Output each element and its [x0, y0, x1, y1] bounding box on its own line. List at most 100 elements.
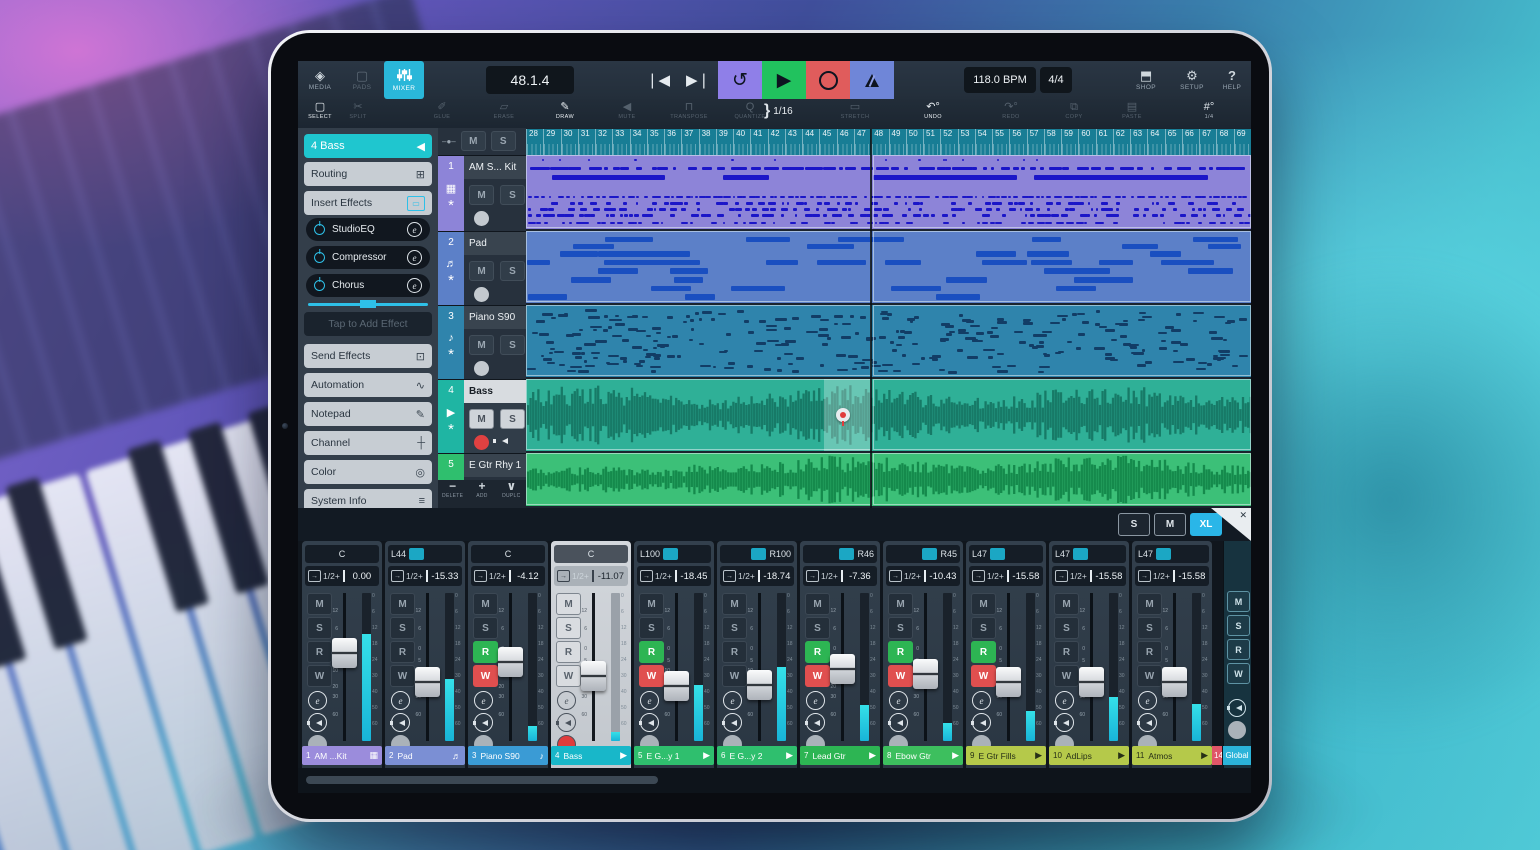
output-row[interactable]: →1/2+-15.58 — [969, 566, 1043, 586]
insert-slot-chorus[interactable]: Choruse — [306, 274, 430, 297]
pads-button[interactable]: ▢ PADS — [342, 61, 382, 99]
power-icon[interactable] — [314, 252, 325, 263]
channel-label[interactable]: 10AdLips▶ — [1049, 746, 1129, 765]
track-mute-button[interactable]: M — [469, 261, 494, 281]
clip-region-left[interactable] — [526, 453, 871, 505]
tool-draw[interactable]: ✎DRAW — [541, 101, 589, 126]
channel-label[interactable]: 4Bass▶ — [551, 746, 631, 765]
channel-strip-4[interactable]: C→1/2+-11.07MSRWe12605102030600612182430… — [551, 541, 631, 768]
horizontal-scrollbar[interactable] — [306, 776, 658, 784]
effects-scroll-indicator[interactable] — [308, 303, 428, 306]
clip-region-right[interactable] — [873, 305, 1251, 376]
record-position-marker[interactable] — [836, 408, 850, 422]
track-record-arm-button[interactable] — [474, 361, 489, 376]
output-row[interactable]: →1/2+-11.07 — [554, 566, 628, 586]
channel-label[interactable]: 2Pad♬ — [385, 746, 465, 765]
section-channel[interactable]: Channel┼ — [304, 431, 432, 455]
track-record-arm-button[interactable] — [474, 435, 489, 450]
track-solo-button[interactable]: S — [500, 409, 525, 429]
strip-edit-button[interactable]: e — [1138, 691, 1157, 710]
global-monitor-button[interactable] — [1228, 699, 1246, 717]
global-mute-button[interactable]: M — [1227, 591, 1250, 612]
pan-display[interactable]: L47 — [1135, 545, 1209, 563]
selected-track-header[interactable]: 4 Bass ◀ — [304, 134, 432, 158]
skip-to-end-button[interactable]: ▶❘ — [678, 71, 718, 89]
tool-copy[interactable]: ⧉COPY — [1046, 101, 1102, 126]
time-signature-display[interactable]: 4/4 — [1040, 67, 1072, 93]
fader-handle[interactable] — [415, 667, 440, 697]
loop-button[interactable]: ↺ — [718, 61, 762, 99]
clip-region-left[interactable] — [526, 231, 871, 302]
pan-display[interactable]: L47 — [1052, 545, 1126, 563]
fader-handle[interactable] — [332, 638, 357, 668]
track-mute-button[interactable]: M — [469, 335, 494, 355]
clip-region-right[interactable] — [873, 231, 1251, 302]
fader-handle[interactable] — [664, 671, 689, 701]
strip-edit-button[interactable]: e — [806, 691, 825, 710]
footer-add-button[interactable]: +ADD — [467, 480, 496, 508]
section-notepad[interactable]: Notepad✎ — [304, 402, 432, 426]
help-button[interactable]: ? HELP — [1214, 61, 1250, 99]
track-name[interactable]: Piano S90 — [464, 306, 526, 329]
time-display[interactable]: 48.1.4 — [486, 66, 574, 94]
fader-handle[interactable] — [1079, 667, 1104, 697]
strip-edit-button[interactable]: e — [972, 691, 991, 710]
strip-monitor-button[interactable] — [1138, 713, 1157, 732]
tool-transpose[interactable]: ⊓TRANSPOSE — [656, 101, 722, 126]
track-solo-button[interactable]: S — [500, 185, 525, 205]
channel-label[interactable]: 8Ebow Gtr▶ — [883, 746, 963, 765]
mixer-button[interactable]: MIXER — [384, 61, 424, 99]
output-row[interactable]: →1/2+-7.36 — [803, 566, 877, 586]
fader-handle[interactable] — [996, 667, 1021, 697]
clip-region-right[interactable] — [873, 155, 1251, 228]
media-button[interactable]: ◈ MEDIA — [300, 61, 340, 99]
clip-region-left[interactable] — [526, 379, 871, 450]
mixer-size-m[interactable]: M — [1154, 513, 1186, 536]
pan-display[interactable]: C — [471, 545, 545, 563]
strip-monitor-button[interactable] — [640, 713, 659, 732]
channel-strip-2[interactable]: L44→1/2+-15.33MSRWe126051020306006121824… — [385, 541, 465, 768]
track-mute-button[interactable]: M — [469, 409, 494, 429]
clip-row-3[interactable] — [526, 305, 1251, 377]
tool-erase[interactable]: ▱ERASE — [480, 101, 528, 126]
channel-strip-11[interactable]: L47→1/2+-15.58MSRWe126051020306006121824… — [1132, 541, 1212, 768]
strip-edit-button[interactable]: e — [474, 691, 493, 710]
strip-edit-button[interactable]: e — [723, 691, 742, 710]
strip-edit-button[interactable]: e — [557, 691, 576, 710]
output-row[interactable]: →1/2+-18.45 — [637, 566, 711, 586]
fader-handle[interactable] — [1162, 667, 1187, 697]
channel-label[interactable]: 11Atmos▶ — [1132, 746, 1212, 765]
global-strip[interactable]: MSRW — [1223, 541, 1251, 768]
pan-display[interactable]: L100 — [637, 545, 711, 563]
record-button[interactable] — [806, 61, 850, 99]
clip-row-1[interactable] — [526, 155, 1251, 229]
pan-display[interactable]: R45 — [886, 545, 960, 563]
clip-row-2[interactable] — [526, 231, 1251, 303]
arrange-area[interactable]: 2829303132333435363738394041424344454647… — [526, 128, 1251, 508]
global-solo-button[interactable]: S — [1227, 615, 1250, 636]
track-row-4[interactable]: 4▶*BassMS — [438, 379, 526, 453]
playhead[interactable] — [870, 129, 872, 508]
track-solo-button[interactable]: S — [500, 335, 525, 355]
channel-label[interactable]: 5E G...y 1▶ — [634, 746, 714, 765]
clip-region-left[interactable] — [526, 305, 871, 376]
pan-display[interactable]: L44 — [388, 545, 462, 563]
global-strip-label[interactable]: Global — [1223, 746, 1251, 765]
track-record-arm-button[interactable] — [474, 211, 489, 226]
strip-monitor-button[interactable] — [889, 713, 908, 732]
strip-monitor-button[interactable] — [474, 713, 493, 732]
tool-mute[interactable]: ◀MUTE — [603, 101, 651, 126]
track-row-3[interactable]: 3♪*Piano S90MS — [438, 305, 526, 379]
add-effect-button[interactable]: Tap to Add Effect — [304, 312, 432, 336]
strip-monitor-button[interactable] — [723, 713, 742, 732]
timeline-ruler[interactable]: 2829303132333435363738394041424344454647… — [526, 129, 1251, 156]
global-write-button[interactable]: W — [1227, 663, 1250, 684]
global-read-button[interactable]: R — [1227, 639, 1250, 660]
channel-strip-9[interactable]: L47→1/2+-15.58MSRWe126051020306006121824… — [966, 541, 1046, 768]
bpm-display[interactable]: 118.0 BPM — [964, 67, 1036, 93]
track-name[interactable]: Pad — [464, 232, 526, 255]
channel-label[interactable]: 9E Gtr Fills▶ — [966, 746, 1046, 765]
track-name[interactable]: Bass — [464, 380, 526, 403]
section-color[interactable]: Color◎ — [304, 460, 432, 484]
channel-strip-1[interactable]: C→1/2+0.00MSRWe1260510203060061218243040… — [302, 541, 382, 768]
